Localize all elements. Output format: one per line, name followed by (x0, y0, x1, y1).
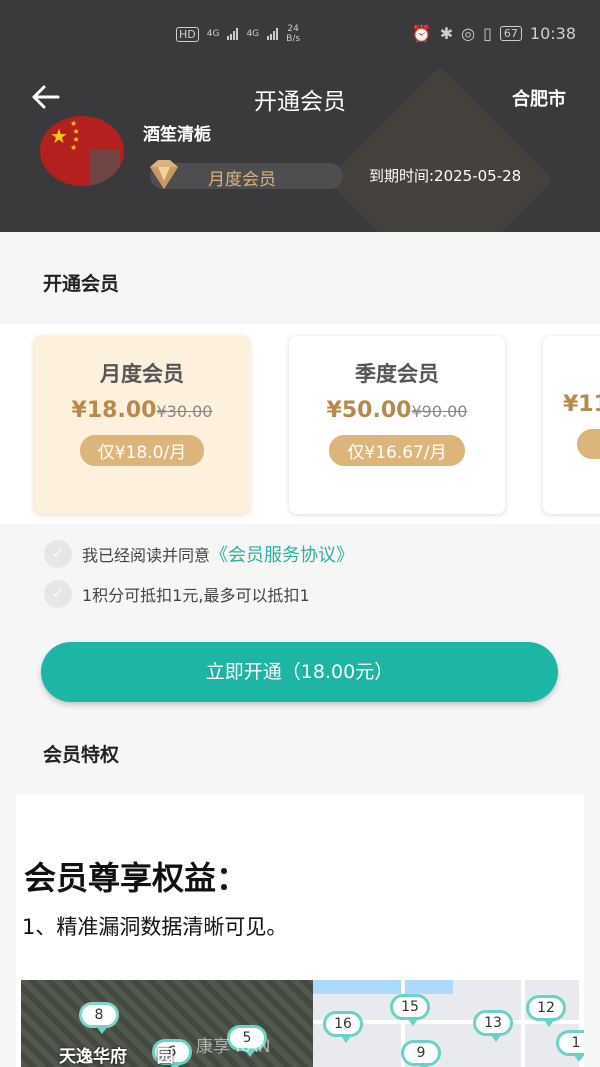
open-membership-button[interactable]: 立即开通（18.00元） (41, 642, 558, 702)
map-pin: 9 (401, 1040, 441, 1067)
flag-star-icon: ★ (50, 124, 68, 148)
map-water-area (313, 980, 453, 994)
username: 酒笙清栀 (143, 125, 211, 145)
plan-original-price: ¥30.00 (156, 402, 213, 421)
plan-card-monthly[interactable]: 月度会员 ¥18.00¥30.00 仅¥18.0/月 (34, 336, 250, 514)
city-selector[interactable]: 合肥市 (512, 85, 566, 111)
plan-card-quarterly[interactable]: 季度会员 ¥50.00¥90.00 仅¥16.67/月 (289, 336, 505, 514)
map-pin: 1 (556, 1030, 584, 1062)
map-pin: 15 (390, 994, 430, 1026)
plan-per-month: 仅¥16.67/月 (329, 435, 465, 466)
bluetooth-icon: ✱ (439, 24, 454, 43)
plans-section-title: 开通会员 (43, 273, 120, 295)
signal-4g-label-a: 4G (206, 29, 220, 39)
clock: 10:38 (529, 24, 576, 43)
plan-per-month-pill (577, 429, 600, 459)
status-bar: HD 4G 4G 24 B/s ⏰ ✱ ◎ ▯ 67 10:38 (0, 20, 600, 50)
benefit-item-1: 1、精准漏洞数据清晰可见。 (22, 915, 288, 939)
map-pin: 13 (473, 1010, 513, 1042)
points-checkbox-row[interactable]: ✓ 1积分可抵扣1元,最多可以抵扣1 (44, 580, 310, 608)
plan-name: 月度会员 (100, 362, 184, 386)
expiry-date: 到期时间:2025-05-28 (369, 167, 522, 185)
navigation-bar: 开通会员 合肥市 (0, 80, 600, 116)
signal-bars-icon-2 (267, 28, 279, 40)
membership-badge: 月度会员 (150, 160, 343, 190)
avatar-building-shape (90, 150, 120, 186)
membership-badge-label: 月度会员 (208, 170, 276, 190)
plan-price: ¥50.00¥90.00 (326, 398, 468, 423)
plan-name (543, 358, 600, 382)
plan-price: ¥11 (563, 392, 600, 417)
page-title: 开通会员 (254, 89, 346, 115)
battery-indicator: 67 (499, 26, 522, 41)
signal-bars-icon (227, 28, 239, 40)
vibrate-icon: ▯ (483, 24, 492, 43)
plan-original-price: ¥90.00 (411, 402, 468, 421)
check-icon[interactable]: ✓ (44, 580, 72, 608)
map-preview-image: 8 5 6 15 16 13 12 9 1 天逸华府 园 康享 KAN (21, 980, 584, 1067)
map-road (521, 980, 525, 1067)
plan-per-month: 仅¥18.0/月 (79, 435, 205, 466)
location-icon: ◎ (461, 24, 476, 43)
benefits-content: 会员尊享权益： 1、精准漏洞数据清晰可见。 8 5 6 15 16 13 12 … (16, 795, 584, 1067)
member-header: HD 4G 4G 24 B/s ⏰ ✱ ◎ ▯ 67 10:38 开通会员 合肥市… (0, 0, 600, 232)
map-pin: 8 (79, 1002, 119, 1034)
agreement-checkbox-row[interactable]: ✓ 我已经阅读并同意 《会员服务协议》 (44, 540, 354, 568)
plan-name: 季度会员 (355, 362, 439, 386)
flag-small-stars-icon: ★ ★ ★ ★ (70, 119, 80, 152)
network-speed: 24 B/s (286, 24, 301, 44)
signal-4g-label-b: 4G (246, 29, 260, 39)
map-pin: 16 (323, 1011, 363, 1043)
benefits-heading: 会员尊享权益： (24, 859, 249, 897)
plan-price: ¥18.00¥30.00 (71, 398, 213, 423)
map-place-label: 天逸华府 园 (59, 1047, 174, 1067)
agreement-text: 我已经阅读并同意 (82, 546, 211, 565)
points-note: 1积分可抵扣1元,最多可以抵扣1 (82, 586, 310, 605)
service-agreement-link[interactable]: 《会员服务协议》 (210, 541, 354, 567)
check-icon[interactable]: ✓ (44, 540, 72, 568)
diamond-gem-icon (150, 160, 178, 189)
benefits-section-title: 会员特权 (43, 744, 120, 766)
plan-card-partial[interactable]: ¥11 (543, 336, 600, 514)
map-watermark: 康享 KAN (196, 1037, 271, 1057)
avatar[interactable]: ★ ★ ★ ★ ★ (40, 116, 124, 186)
hd-indicator: HD (176, 26, 199, 42)
plan-carousel[interactable]: 月度会员 ¥18.00¥30.00 仅¥18.0/月 季度会员 ¥50.00¥9… (0, 324, 600, 524)
alarm-icon: ⏰ (411, 24, 432, 43)
map-pin: 12 (526, 995, 566, 1027)
